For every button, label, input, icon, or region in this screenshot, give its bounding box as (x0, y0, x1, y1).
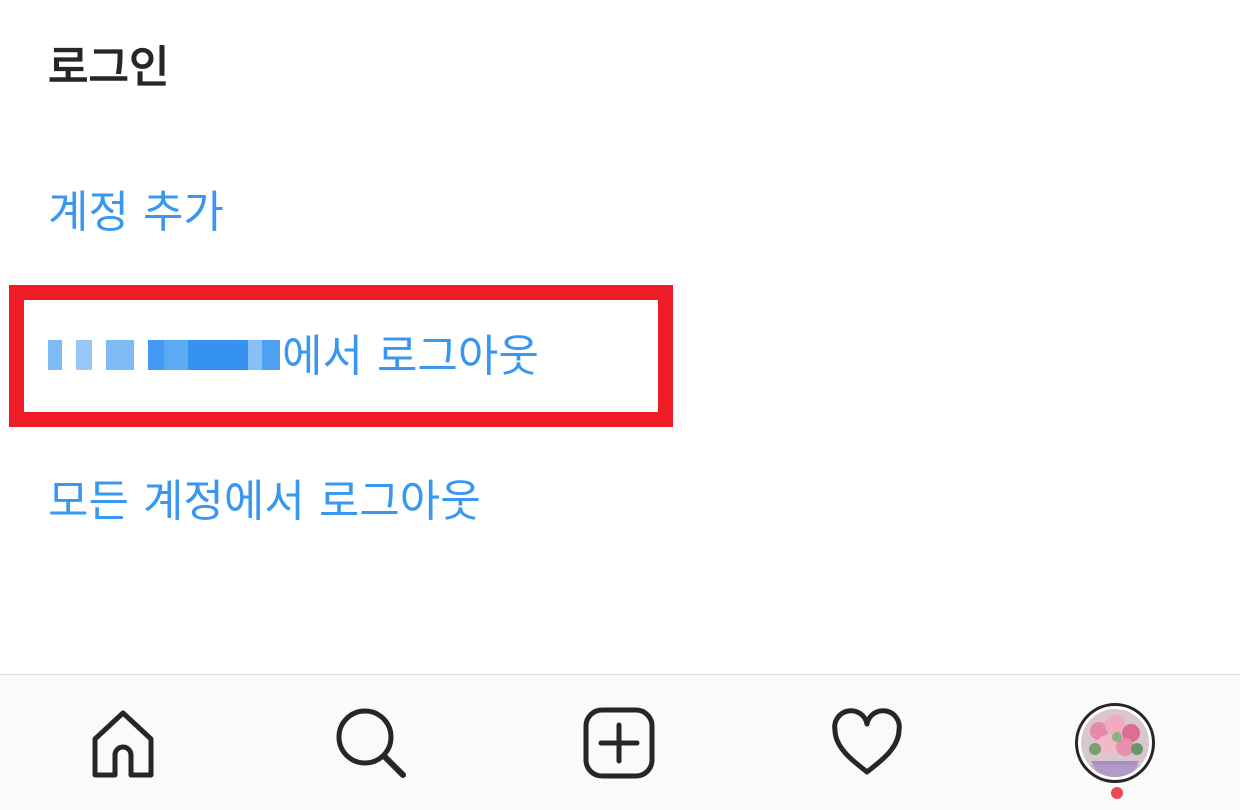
heart-icon (832, 708, 902, 775)
avatar-photo (1081, 709, 1149, 777)
logout-account-label: 에서 로그아웃 (282, 331, 539, 382)
home-icon (92, 710, 154, 778)
search-icon (336, 708, 406, 778)
new-post-icon (583, 707, 655, 779)
logout-account-link[interactable]: 에서 로그아웃 (48, 327, 539, 387)
profile-avatar (1075, 703, 1155, 783)
tab-profile[interactable] (1075, 703, 1155, 783)
tab-home[interactable] (83, 703, 163, 783)
bottom-tab-bar (0, 674, 1240, 810)
notification-dot (1111, 787, 1123, 799)
tab-new-post[interactable] (579, 703, 659, 783)
logout-all-link[interactable]: 모든 계정에서 로그아웃 (48, 472, 481, 532)
tab-search[interactable] (331, 703, 411, 783)
login-section-title: 로그인 (48, 42, 170, 93)
add-account-link[interactable]: 계정 추가 (48, 183, 224, 243)
tab-activity[interactable] (827, 703, 907, 783)
bouquet-photo-icon (1081, 709, 1149, 777)
redacted-username (48, 340, 280, 370)
